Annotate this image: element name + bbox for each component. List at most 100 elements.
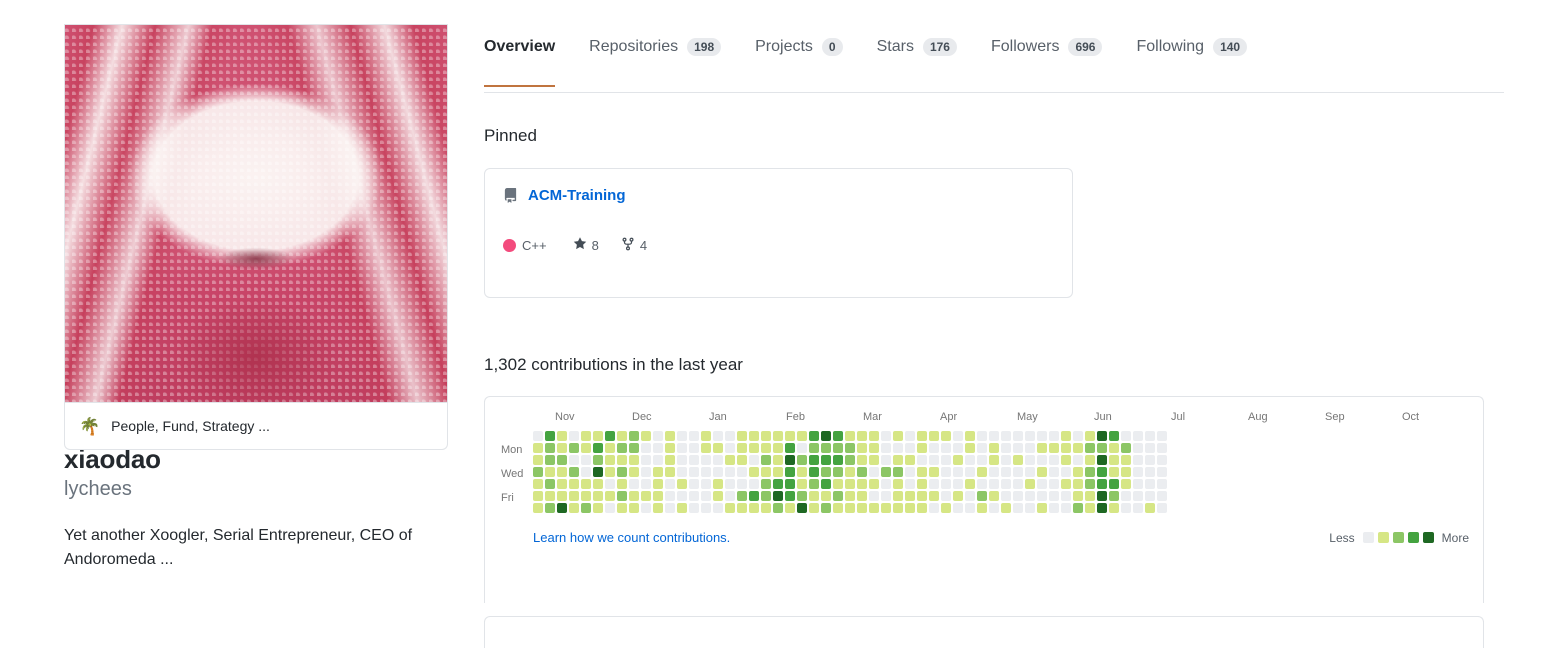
heatmap-day-cell[interactable] <box>713 467 723 477</box>
heatmap-day-cell[interactable] <box>629 503 639 513</box>
heatmap-day-cell[interactable] <box>941 455 951 465</box>
heatmap-day-cell[interactable] <box>1121 443 1131 453</box>
heatmap-day-cell[interactable] <box>605 443 615 453</box>
heatmap-day-cell[interactable] <box>749 455 759 465</box>
count-contributions-link[interactable]: Learn how we count contributions. <box>533 530 730 545</box>
heatmap-day-cell[interactable] <box>665 491 675 501</box>
heatmap-day-cell[interactable] <box>1145 491 1155 501</box>
heatmap-day-cell[interactable] <box>617 431 627 441</box>
heatmap-day-cell[interactable] <box>1061 491 1071 501</box>
heatmap-day-cell[interactable] <box>797 443 807 453</box>
heatmap-day-cell[interactable] <box>833 491 843 501</box>
heatmap-day-cell[interactable] <box>1001 479 1011 489</box>
heatmap-day-cell[interactable] <box>1121 503 1131 513</box>
heatmap-day-cell[interactable] <box>677 467 687 477</box>
heatmap-day-cell[interactable] <box>1073 431 1083 441</box>
heatmap-day-cell[interactable] <box>701 455 711 465</box>
heatmap-day-cell[interactable] <box>953 467 963 477</box>
heatmap-day-cell[interactable] <box>569 491 579 501</box>
heatmap-day-cell[interactable] <box>713 455 723 465</box>
heatmap-day-cell[interactable] <box>689 467 699 477</box>
heatmap-day-cell[interactable] <box>893 479 903 489</box>
heatmap-day-cell[interactable] <box>1085 431 1095 441</box>
heatmap-day-cell[interactable] <box>857 431 867 441</box>
heatmap-day-cell[interactable] <box>965 455 975 465</box>
heatmap-day-cell[interactable] <box>989 491 999 501</box>
heatmap-day-cell[interactable] <box>761 467 771 477</box>
heatmap-day-cell[interactable] <box>941 467 951 477</box>
heatmap-day-cell[interactable] <box>1025 443 1035 453</box>
heatmap-day-cell[interactable] <box>737 431 747 441</box>
heatmap-day-cell[interactable] <box>1133 443 1143 453</box>
heatmap-day-cell[interactable] <box>725 467 735 477</box>
heatmap-day-cell[interactable] <box>1037 479 1047 489</box>
heatmap-day-cell[interactable] <box>953 443 963 453</box>
heatmap-day-cell[interactable] <box>953 503 963 513</box>
heatmap-day-cell[interactable] <box>821 443 831 453</box>
heatmap-day-cell[interactable] <box>581 479 591 489</box>
heatmap-day-cell[interactable] <box>917 443 927 453</box>
heatmap-day-cell[interactable] <box>701 491 711 501</box>
heatmap-day-cell[interactable] <box>941 443 951 453</box>
heatmap-day-cell[interactable] <box>881 443 891 453</box>
heatmap-day-cell[interactable] <box>977 455 987 465</box>
heatmap-day-cell[interactable] <box>605 491 615 501</box>
heatmap-day-cell[interactable] <box>929 467 939 477</box>
heatmap-day-cell[interactable] <box>1133 431 1143 441</box>
heatmap-day-cell[interactable] <box>677 503 687 513</box>
heatmap-day-cell[interactable] <box>1121 455 1131 465</box>
avatar[interactable] <box>64 24 448 403</box>
heatmap-day-cell[interactable] <box>1109 467 1119 477</box>
heatmap-day-cell[interactable] <box>989 455 999 465</box>
heatmap-day-cell[interactable] <box>857 455 867 465</box>
heatmap-day-cell[interactable] <box>725 455 735 465</box>
heatmap-day-cell[interactable] <box>1013 491 1023 501</box>
heatmap-day-cell[interactable] <box>545 455 555 465</box>
heatmap-day-cell[interactable] <box>809 491 819 501</box>
heatmap-day-cell[interactable] <box>593 431 603 441</box>
heatmap-day-cell[interactable] <box>881 467 891 477</box>
heatmap-day-cell[interactable] <box>713 443 723 453</box>
heatmap-day-cell[interactable] <box>917 467 927 477</box>
heatmap-day-cell[interactable] <box>797 455 807 465</box>
heatmap-day-cell[interactable] <box>569 503 579 513</box>
heatmap-day-cell[interactable] <box>941 479 951 489</box>
heatmap-day-cell[interactable] <box>929 503 939 513</box>
heatmap-day-cell[interactable] <box>1061 455 1071 465</box>
heatmap-day-cell[interactable] <box>1109 479 1119 489</box>
heatmap-day-cell[interactable] <box>833 431 843 441</box>
heatmap-day-cell[interactable] <box>1049 503 1059 513</box>
heatmap-day-cell[interactable] <box>857 443 867 453</box>
heatmap-day-cell[interactable] <box>1025 455 1035 465</box>
heatmap-day-cell[interactable] <box>977 503 987 513</box>
heatmap-day-cell[interactable] <box>629 479 639 489</box>
heatmap-day-cell[interactable] <box>1109 431 1119 441</box>
heatmap-day-cell[interactable] <box>593 443 603 453</box>
heatmap-day-cell[interactable] <box>809 503 819 513</box>
heatmap-day-cell[interactable] <box>869 455 879 465</box>
heatmap-day-cell[interactable] <box>1001 491 1011 501</box>
heatmap-day-cell[interactable] <box>989 443 999 453</box>
heatmap-day-cell[interactable] <box>749 479 759 489</box>
heatmap-day-cell[interactable] <box>1049 431 1059 441</box>
heatmap-day-cell[interactable] <box>1049 479 1059 489</box>
heatmap-day-cell[interactable] <box>1157 467 1167 477</box>
heatmap-day-cell[interactable] <box>689 431 699 441</box>
heatmap-day-cell[interactable] <box>845 455 855 465</box>
heatmap-day-cell[interactable] <box>845 443 855 453</box>
heatmap-day-cell[interactable] <box>953 491 963 501</box>
heatmap-day-cell[interactable] <box>1097 479 1107 489</box>
heatmap-day-cell[interactable] <box>581 467 591 477</box>
heatmap-day-cell[interactable] <box>593 467 603 477</box>
heatmap-day-cell[interactable] <box>761 479 771 489</box>
heatmap-day-cell[interactable] <box>773 431 783 441</box>
heatmap-day-cell[interactable] <box>641 431 651 441</box>
status-badge[interactable]: 🌴 People, Fund, Strategy ... <box>64 403 448 450</box>
heatmap-day-cell[interactable] <box>953 455 963 465</box>
heatmap-day-cell[interactable] <box>533 491 543 501</box>
heatmap-day-cell[interactable] <box>989 503 999 513</box>
heatmap-day-cell[interactable] <box>701 443 711 453</box>
heatmap-day-cell[interactable] <box>821 479 831 489</box>
heatmap-day-cell[interactable] <box>617 503 627 513</box>
heatmap-day-cell[interactable] <box>1121 479 1131 489</box>
